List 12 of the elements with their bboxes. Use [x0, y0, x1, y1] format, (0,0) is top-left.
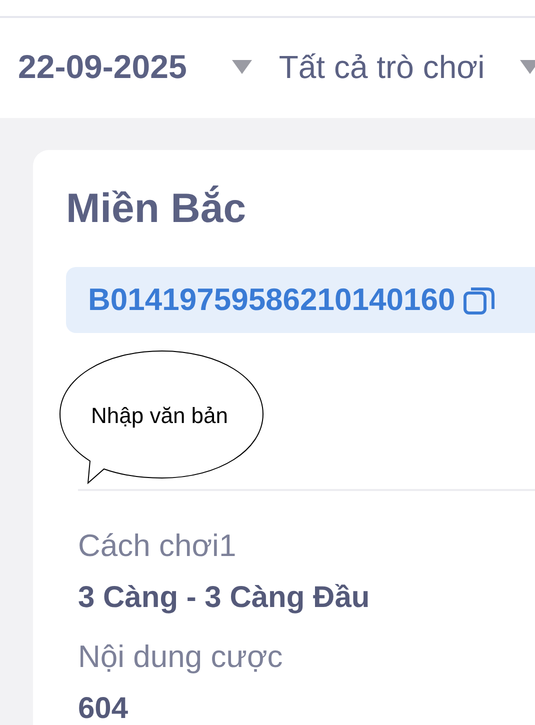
caret-icon — [232, 59, 252, 75]
caret-icon — [520, 59, 535, 75]
copy-icon[interactable] — [463, 285, 498, 315]
region-title: Miền Bắc — [66, 186, 247, 230]
bubble-text: Nhập văn bản — [91, 403, 228, 429]
date-dropdown[interactable]: 22-09-2025 — [18, 48, 252, 86]
field-value: 3 Càng - 3 Càng Đầu — [78, 580, 371, 616]
ticket-code: B01419759586210140160 — [88, 282, 456, 318]
game-dropdown[interactable]: Tất cả trò chơi — [278, 48, 535, 86]
field-label: Nội dung cược — [78, 638, 284, 676]
field-label: Cách chơi1 — [78, 527, 238, 565]
field-value: 604 — [78, 691, 130, 725]
